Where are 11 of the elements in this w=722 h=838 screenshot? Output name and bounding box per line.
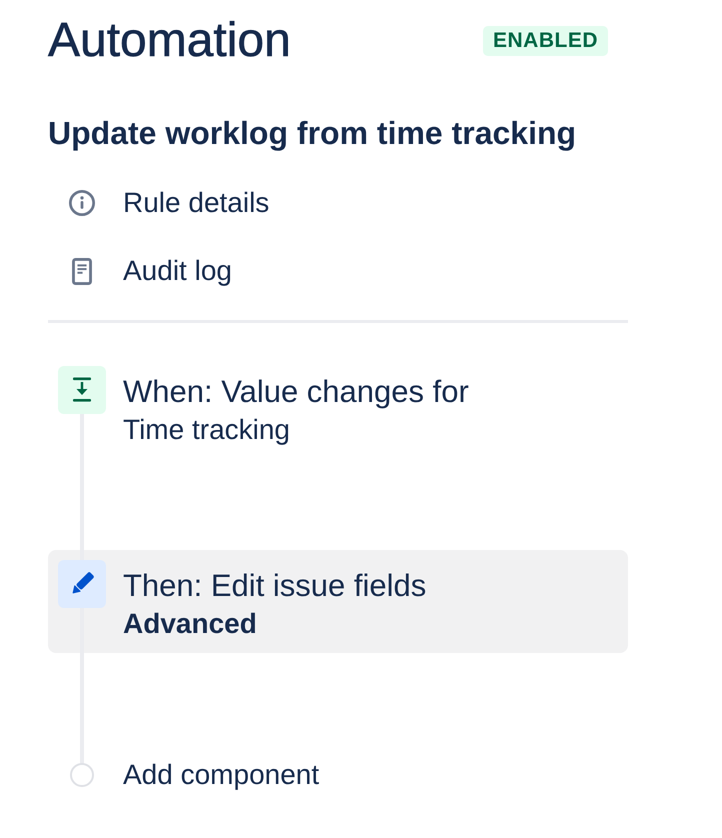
status-badge: ENABLED xyxy=(482,26,608,56)
pencil-icon xyxy=(58,560,106,608)
document-icon xyxy=(72,258,92,284)
ring-icon xyxy=(70,763,94,787)
info-icon xyxy=(69,190,95,216)
add-component-button[interactable]: Add component xyxy=(48,755,320,795)
page-title: Automation xyxy=(48,15,291,67)
sidebar-link[interactable]: Rule details xyxy=(48,179,270,227)
rule-step[interactable]: Then: Edit issue fields Advanced xyxy=(48,550,628,653)
rule-name: Update worklog from time tracking xyxy=(48,116,578,150)
sidebar-link[interactable]: Audit log xyxy=(48,247,232,295)
